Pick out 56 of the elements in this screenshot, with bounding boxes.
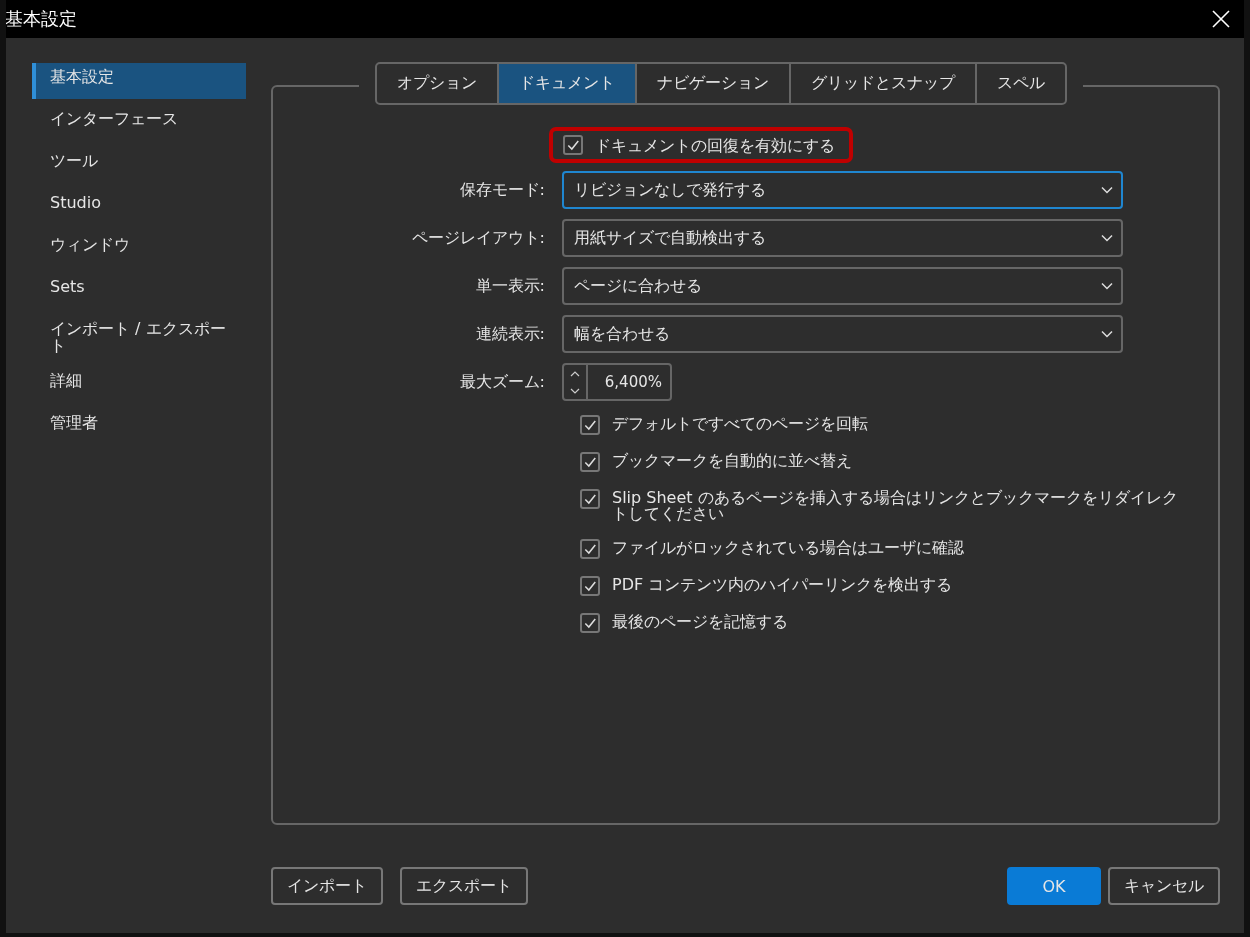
check-icon xyxy=(583,579,597,593)
tab[interactable]: グリッドとスナップ xyxy=(789,62,976,105)
checkbox[interactable] xyxy=(580,489,600,509)
chevron-down-icon xyxy=(1101,282,1113,290)
sidebar-item[interactable]: ツール xyxy=(32,147,246,183)
checkbox-label: ファイルがロックされている場合はユーザに確認 xyxy=(612,539,964,556)
tab[interactable]: ナビゲーション xyxy=(635,62,790,105)
sidebar-item[interactable]: インポート / エクスポート xyxy=(32,315,246,361)
field-label: 保存モード: xyxy=(458,179,545,201)
checkbox-label: Slip Sheet のあるページを挿入する場合はリンクとブックマークをリダイレクトしてください xyxy=(612,489,1179,522)
sidebar-item[interactable]: 詳細 xyxy=(32,366,246,403)
sidebar-item[interactable]: ウィンドウ xyxy=(32,231,246,267)
checkbox-label: デフォルトですべてのページを回転 xyxy=(612,415,868,432)
sidebar-item[interactable]: 管理者 xyxy=(32,408,246,445)
close-icon[interactable] xyxy=(1212,10,1230,28)
dropdown[interactable]: ページに合わせる xyxy=(562,267,1123,305)
field-label: 連続表示: xyxy=(474,323,545,345)
checkbox-label: ブックマークを自動的に並べ替え xyxy=(612,452,852,469)
checkbox-label: 最後のページを記憶する xyxy=(612,613,788,630)
chevron-down-icon xyxy=(1101,330,1113,338)
checkbox[interactable] xyxy=(563,135,583,155)
footer-button[interactable]: エクスポート xyxy=(400,867,528,905)
sidebar-item[interactable]: インターフェース xyxy=(32,105,246,141)
field-label: 単一表示: xyxy=(474,275,545,297)
checkbox[interactable] xyxy=(580,613,600,633)
dropdown[interactable]: リビジョンなしで発行する xyxy=(562,171,1123,209)
check-icon xyxy=(566,138,580,152)
check-icon xyxy=(583,492,597,506)
checkbox[interactable] xyxy=(580,415,600,435)
tab[interactable]: スペル xyxy=(975,62,1067,105)
field-label: ページレイアウト: xyxy=(410,227,545,249)
checkbox[interactable] xyxy=(580,539,600,559)
zoom-spinner[interactable]: 6,400% xyxy=(562,363,672,401)
decrement-icon[interactable] xyxy=(570,387,580,394)
chevron-down-icon xyxy=(1101,186,1113,194)
checkbox-label: PDF コンテンツ内のハイパーリンクを検出する xyxy=(612,576,953,593)
check-icon xyxy=(583,542,597,556)
sidebar-item[interactable]: Sets xyxy=(32,273,246,309)
sidebar-item[interactable]: 基本設定 xyxy=(32,63,246,99)
sidebar-item[interactable]: Studio xyxy=(32,189,246,225)
field-label: 最大ズーム: xyxy=(458,371,545,393)
window-title: 基本設定 xyxy=(6,7,77,31)
footer-button[interactable]: インポート xyxy=(271,867,383,905)
dropdown[interactable]: 幅を合わせる xyxy=(562,315,1123,353)
check-icon xyxy=(583,616,597,630)
checkbox-label: ドキュメントの回復を有効にする xyxy=(595,136,835,154)
tab[interactable]: オプション xyxy=(374,62,498,105)
check-icon xyxy=(583,418,597,432)
dropdown[interactable]: 用紙サイズで自動検出する xyxy=(562,219,1123,257)
checkbox[interactable] xyxy=(580,576,600,596)
chevron-down-icon xyxy=(1101,234,1113,242)
increment-icon[interactable] xyxy=(570,370,580,377)
tab[interactable]: ドキュメント xyxy=(497,62,636,105)
check-icon xyxy=(583,455,597,469)
cancel-button[interactable]: キャンセル xyxy=(1108,867,1220,905)
checkbox[interactable] xyxy=(580,452,600,472)
